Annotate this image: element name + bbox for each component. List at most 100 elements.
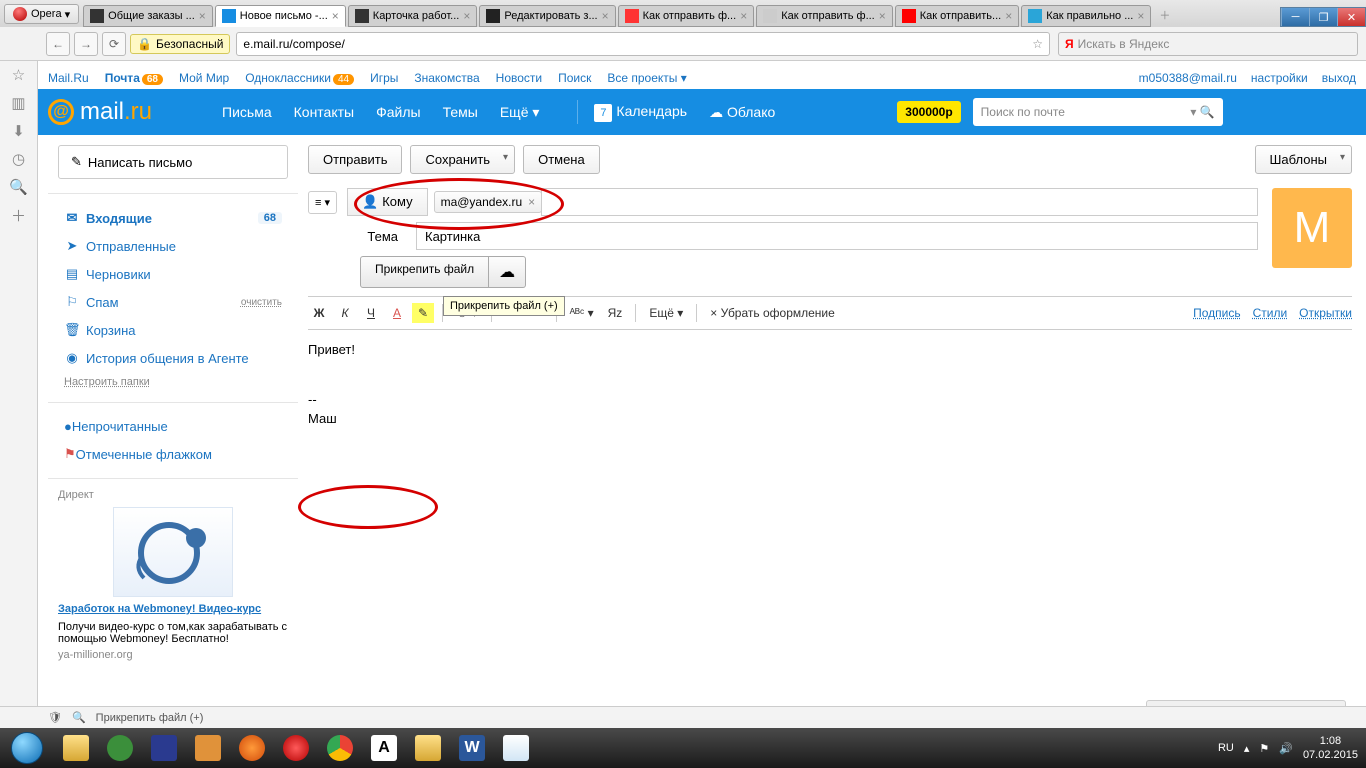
mailru-logo[interactable]: @ mail.ru xyxy=(48,98,152,126)
translit-button[interactable]: Яz xyxy=(603,303,628,323)
font-color-button[interactable]: А xyxy=(386,303,408,323)
nav-pisma[interactable]: Письма xyxy=(222,104,272,120)
styles-link[interactable]: Стили xyxy=(1253,306,1288,320)
forward-button[interactable]: → xyxy=(74,32,98,56)
close-icon[interactable]: × xyxy=(199,9,206,23)
tray-lang[interactable]: RU xyxy=(1218,742,1234,754)
settings-link[interactable]: настройки xyxy=(1251,71,1308,85)
close-icon[interactable]: × xyxy=(1137,9,1144,23)
search-icon[interactable]: 🔍 xyxy=(0,173,37,201)
message-body[interactable]: Привет! -- Маш xyxy=(308,330,1352,530)
nav-odnoklassniki[interactable]: Одноклассники44 xyxy=(245,71,354,85)
shield-icon[interactable]: 🛡 xyxy=(48,711,62,724)
close-icon[interactable]: × xyxy=(879,9,886,23)
bold-button[interactable]: Ж xyxy=(308,303,330,323)
star-icon[interactable]: ☆ xyxy=(0,61,37,89)
tab-5[interactable]: Как отправить ф...× xyxy=(756,5,893,27)
nav-znakomstva[interactable]: Знакомства xyxy=(414,71,479,85)
tab-7[interactable]: Как правильно ...× xyxy=(1021,5,1151,27)
tray-flag-icon[interactable]: ⚑ xyxy=(1259,742,1269,755)
close-icon[interactable]: × xyxy=(332,9,339,23)
tray-up-icon[interactable]: ▴ xyxy=(1244,742,1250,755)
filter-flagged[interactable]: ⚑Отмеченные флажком xyxy=(60,440,286,468)
nav-themes[interactable]: Темы xyxy=(443,104,478,120)
url-field[interactable]: e.mail.ru/compose/☆ xyxy=(236,32,1050,56)
to-field[interactable] xyxy=(541,188,1258,216)
nav-igry[interactable]: Игры xyxy=(370,71,398,85)
nav-poisk[interactable]: Поиск xyxy=(558,71,591,85)
nav-more[interactable]: Ещё ▾ xyxy=(500,104,540,121)
close-icon[interactable]: × xyxy=(740,9,747,23)
tray-volume-icon[interactable]: 🔊 xyxy=(1279,742,1293,755)
reload-button[interactable]: ⟳ xyxy=(102,32,126,56)
mail-search-input[interactable]: Поиск по почте▾ 🔍 xyxy=(973,98,1223,126)
italic-button[interactable]: К xyxy=(334,303,356,323)
new-tab-button[interactable]: ＋ xyxy=(1159,7,1170,27)
folder-agent-history[interactable]: ◉История общения в Агенте xyxy=(60,344,286,372)
add-icon[interactable]: ＋ xyxy=(0,201,37,229)
templates-button[interactable]: Шаблоны xyxy=(1255,145,1353,174)
remove-formatting-button[interactable]: × Убрать оформление xyxy=(705,303,840,323)
nav-moimir[interactable]: Мой Мир xyxy=(179,71,229,85)
cancel-button[interactable]: Отмена xyxy=(523,145,600,174)
user-email[interactable]: m050388@mail.ru xyxy=(1139,71,1237,85)
tab-6[interactable]: Как отправить...× xyxy=(895,5,1019,27)
send-button[interactable]: Отправить xyxy=(308,145,402,174)
tab-4[interactable]: Как отправить ф...× xyxy=(618,5,755,27)
download-icon[interactable]: ⬇ xyxy=(0,117,37,145)
promo-badge[interactable]: 300000р xyxy=(897,101,960,123)
save-button[interactable]: Сохранить xyxy=(410,145,515,174)
taskbar-word[interactable]: W xyxy=(451,729,493,767)
history-icon[interactable]: ◷ xyxy=(0,145,37,173)
signature-link[interactable]: Подпись xyxy=(1193,306,1241,320)
highlight-button[interactable]: ✎ xyxy=(412,303,434,323)
nav-cloud[interactable]: ☁ Облако xyxy=(709,104,775,121)
bookmark-icon[interactable]: ☆ xyxy=(1032,37,1043,51)
filter-unread[interactable]: ●Непрочитанные xyxy=(60,413,286,440)
compose-menu-button[interactable]: ≡ ▾ xyxy=(308,191,337,214)
folder-spam[interactable]: ⚐Спамочистить xyxy=(60,288,286,316)
folder-drafts[interactable]: ▤Черновики xyxy=(60,260,286,288)
close-window-button[interactable]: ✕ xyxy=(1337,8,1365,26)
to-label[interactable]: 👤Кому xyxy=(347,188,428,216)
taskbar-app[interactable]: A xyxy=(363,729,405,767)
configure-folders-link[interactable]: Настроить папки xyxy=(60,372,286,392)
compose-button[interactable]: ✎Написать письмо xyxy=(58,145,288,179)
maximize-button[interactable]: ❐ xyxy=(1309,8,1337,26)
recipient-chip[interactable]: ma@yandex.ru× xyxy=(434,191,543,213)
start-button[interactable] xyxy=(0,728,54,768)
remove-chip-icon[interactable]: × xyxy=(528,195,535,209)
nav-contacts[interactable]: Контакты xyxy=(294,104,354,120)
back-button[interactable]: ← xyxy=(46,32,70,56)
tab-0[interactable]: Общие заказы ...× xyxy=(83,5,213,27)
folder-inbox[interactable]: ✉Входящие68 xyxy=(60,204,286,232)
taskbar-explorer[interactable] xyxy=(55,729,97,767)
spellcheck-button[interactable]: ᴬᴮᶜ ▾ xyxy=(565,303,599,323)
attach-file-button[interactable]: Прикрепить файл xyxy=(360,256,489,288)
logout-link[interactable]: выход xyxy=(1322,71,1356,85)
ad-image[interactable] xyxy=(113,507,233,597)
folder-sent[interactable]: ➤Отправленные xyxy=(60,232,286,260)
nav-calendar[interactable]: 7Календарь xyxy=(594,103,687,122)
taskbar-paint[interactable] xyxy=(495,729,537,767)
zoom-icon[interactable]: 🔍 xyxy=(72,711,86,724)
taskbar-save[interactable] xyxy=(143,729,185,767)
taskbar-mpc[interactable] xyxy=(187,729,229,767)
ad-link[interactable]: Заработок на Webmoney! Видео-курс xyxy=(58,603,288,615)
taskbar-opera[interactable] xyxy=(275,729,317,767)
underline-button[interactable]: Ч xyxy=(360,303,382,323)
yandex-search[interactable]: ЯИскать в Яндекс xyxy=(1058,32,1358,56)
more-button[interactable]: Ещё ▾ xyxy=(644,303,688,323)
close-icon[interactable]: × xyxy=(1005,9,1012,23)
close-icon[interactable]: × xyxy=(602,9,609,23)
security-badge[interactable]: 🔒Безопасный xyxy=(130,34,230,54)
clear-spam-link[interactable]: очистить xyxy=(241,297,282,308)
taskbar-utorrent[interactable] xyxy=(99,729,141,767)
nav-vse-proekty[interactable]: Все проекты ▾ xyxy=(607,71,686,85)
cards-link[interactable]: Открытки xyxy=(1299,306,1352,320)
note-icon[interactable]: ▥ xyxy=(0,89,37,117)
nav-mailru[interactable]: Mail.Ru xyxy=(48,71,89,85)
minimize-button[interactable]: ─ xyxy=(1281,8,1309,26)
tab-3[interactable]: Редактировать з...× xyxy=(479,5,615,27)
close-icon[interactable]: × xyxy=(463,9,470,23)
